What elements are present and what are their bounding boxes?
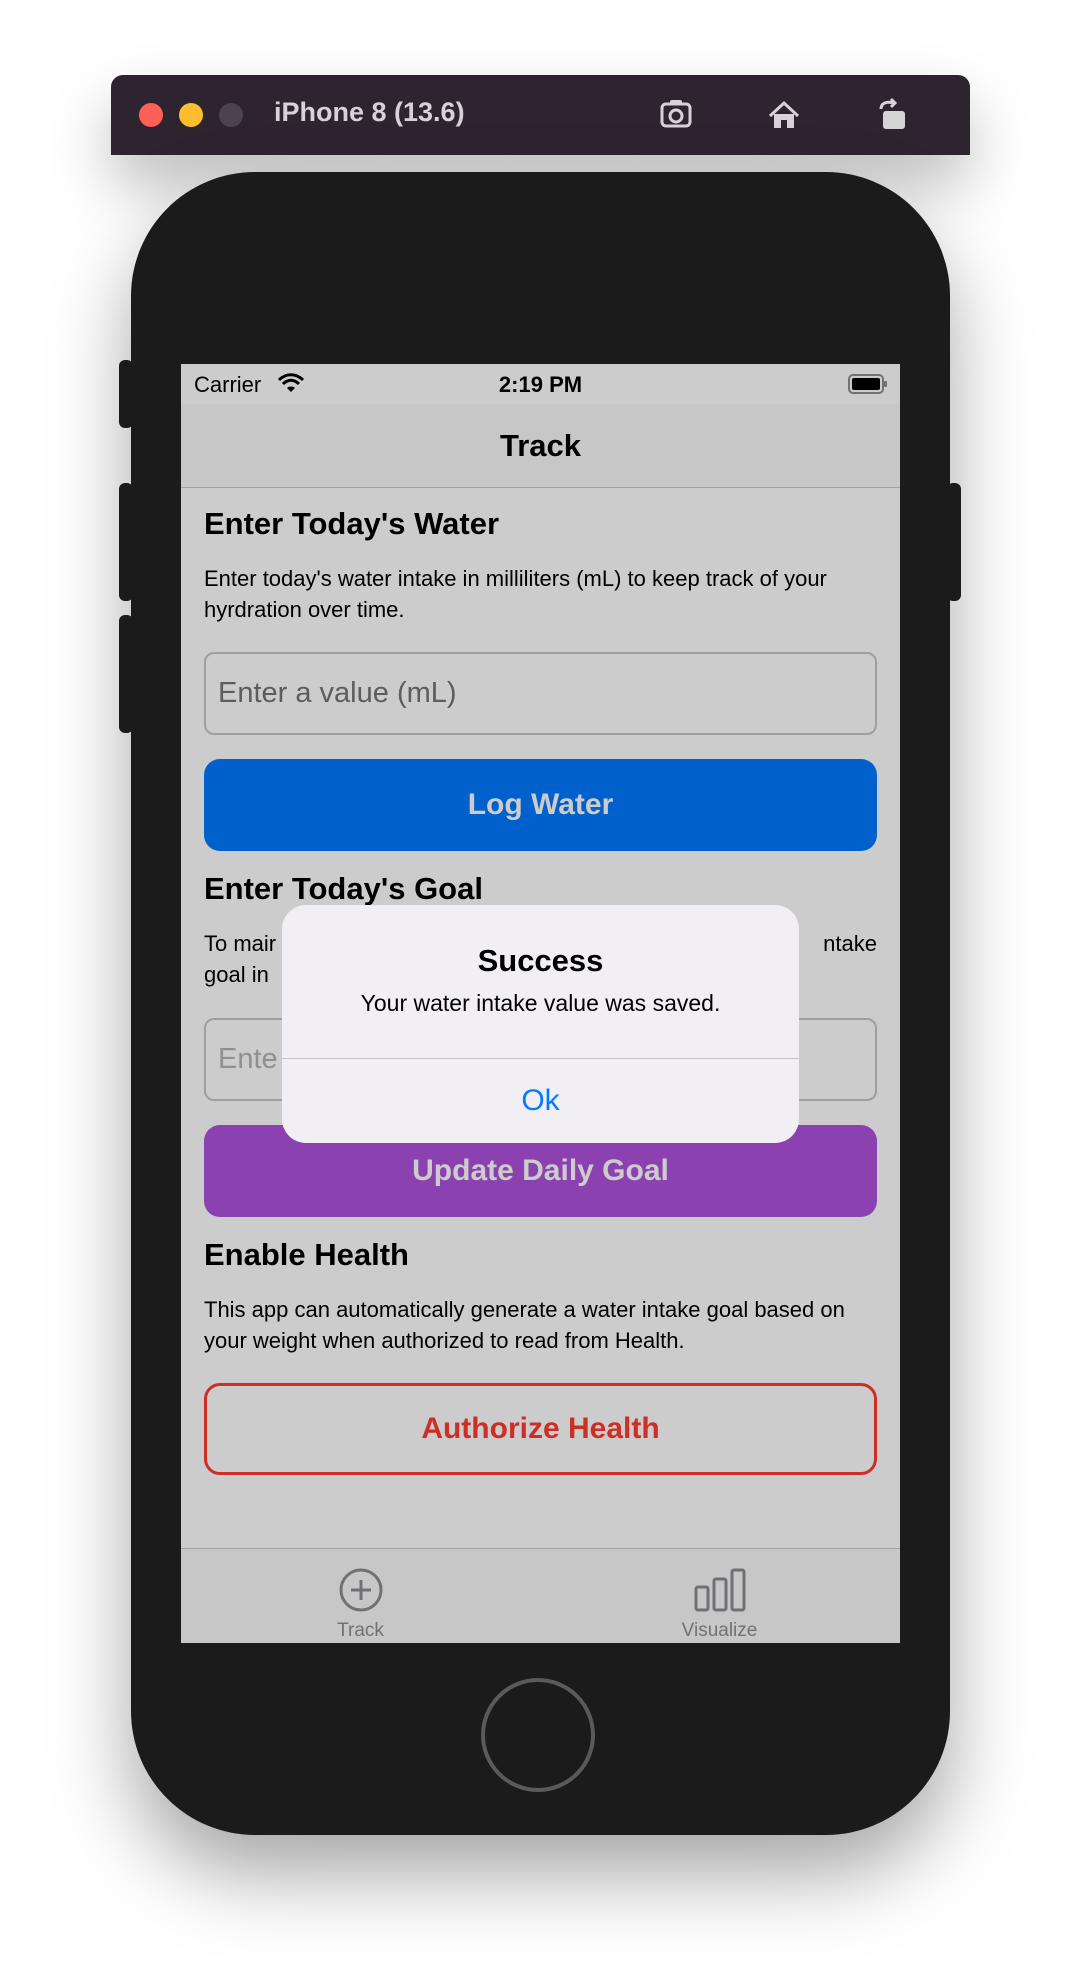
home-icon[interactable] — [764, 95, 804, 135]
screenshot-icon[interactable] — [656, 95, 696, 135]
power-button — [947, 483, 961, 601]
volume-down-button — [119, 615, 133, 733]
volume-up-button — [119, 483, 133, 601]
zoom-window-button[interactable] — [219, 103, 243, 127]
simulator-title-bar: iPhone 8 (13.6) — [111, 75, 970, 155]
simulator-title: iPhone 8 (13.6) — [274, 97, 465, 127]
mute-switch — [119, 360, 133, 428]
home-button[interactable] — [481, 1678, 595, 1792]
rotate-icon[interactable] — [873, 95, 913, 135]
phone-screen: Carrier 2:19 PM Track Enter Today's Wate… — [181, 364, 900, 1643]
alert-message: Your water intake value was saved. — [360, 990, 721, 1016]
success-alert: Success Your water intake value was save… — [282, 905, 799, 1143]
alert-title: Success — [477, 943, 604, 978]
minimize-window-button[interactable] — [179, 103, 203, 127]
alert-ok-button[interactable]: Ok — [282, 1059, 799, 1143]
close-window-button[interactable] — [139, 103, 163, 127]
